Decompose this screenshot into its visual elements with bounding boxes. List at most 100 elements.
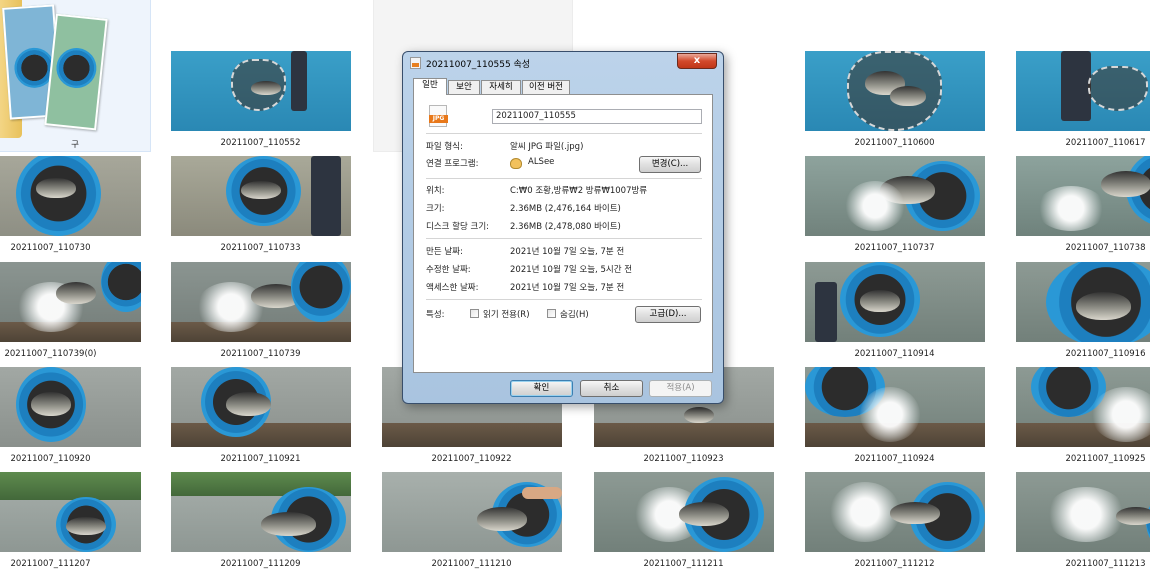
file-name: 20211007_110730 <box>10 243 91 253</box>
file-name: 20211007_110617 <box>1065 138 1146 148</box>
cancel-button[interactable]: 취소 <box>580 380 643 397</box>
file-name: 20211007_110600 <box>854 138 935 148</box>
file-item[interactable]: 20211007_110916 <box>1000 262 1150 367</box>
file-type-label: 파일 형식: <box>426 142 463 152</box>
readonly-checkbox[interactable] <box>470 309 479 318</box>
file-item[interactable]: 20211007_111213 <box>1000 472 1150 577</box>
file-item[interactable]: 20211007_110738 <box>1000 156 1150 261</box>
file-name: 20211007_110921 <box>220 454 301 464</box>
file-item[interactable]: 20211007_110921 <box>155 367 366 472</box>
location-label: 위치: <box>426 186 445 196</box>
divider <box>426 133 702 134</box>
modified-label: 수정한 날짜: <box>426 265 471 275</box>
modified-value: 2021년 10월 7일 오늘, 5시간 전 <box>510 265 633 275</box>
readonly-label: 읽기 전용(R) <box>483 310 530 320</box>
created-label: 만든 날짜: <box>426 247 463 257</box>
file-item[interactable]: 20211007_110737 <box>789 156 1000 261</box>
thumbnail <box>593 472 774 552</box>
size-label: 크기: <box>426 204 445 214</box>
accessed-value: 2021년 10월 7일 오늘, 7분 전 <box>510 283 625 293</box>
tab-previous-versions[interactable]: 이전 버전 <box>522 80 570 95</box>
file-name-field[interactable]: 20211007_110555 <box>492 109 702 124</box>
folder-tile[interactable]: 구 <box>0 0 150 150</box>
thumbnail <box>1015 51 1150 131</box>
dialog-title: 20211007_110555 속성 <box>426 60 531 70</box>
file-properties-icon <box>410 57 421 69</box>
file-item[interactable]: 20211007_110924 <box>789 367 1000 472</box>
advanced-button[interactable]: 고급(D)... <box>635 306 701 323</box>
file-name: 20211007_110552 <box>220 138 301 148</box>
file-item[interactable]: 20211007_111212 <box>789 472 1000 577</box>
file-item[interactable]: 20211007_110730 <box>0 156 156 261</box>
thumbnail <box>0 156 141 236</box>
file-item[interactable]: 20211007_110739 <box>155 262 366 367</box>
file-name: 20211007_110733 <box>220 243 301 253</box>
hidden-checkbox[interactable] <box>547 309 556 318</box>
location-value: C:₩0 조황,방류₩2 방류₩1007방류 <box>510 186 648 196</box>
thumbnail <box>1015 367 1150 447</box>
divider <box>426 299 702 300</box>
thumbnail <box>381 472 562 552</box>
size-value: 2.36MB (2,476,164 바이트) <box>510 204 621 214</box>
attributes-label: 특성: <box>426 310 445 320</box>
jpg-file-icon: JPG <box>429 105 448 127</box>
thumbnail <box>0 472 141 552</box>
file-item[interactable]: 20211007_110552 <box>155 51 366 156</box>
file-item[interactable]: 20211007_111210 <box>366 472 577 577</box>
change-program-button[interactable]: 변경(C)... <box>639 156 701 173</box>
file-name: 20211007_111210 <box>431 559 512 569</box>
thumbnail <box>170 367 351 447</box>
file-item[interactable]: 20211007_110600 <box>789 51 1000 156</box>
file-name: 20211007_110739(0) <box>4 349 97 359</box>
alsee-app-icon <box>510 158 522 169</box>
ok-button[interactable]: 확인 <box>510 380 573 397</box>
thumbnail <box>804 51 985 131</box>
disk-size-label: 디스크 할당 크기: <box>426 222 490 232</box>
file-item[interactable]: 20211007_111207 <box>0 472 156 577</box>
general-tab-panel: JPG 20211007_110555 파일 형식: 알씨 JPG 파일(.jp… <box>413 94 713 373</box>
file-name: 20211007_111213 <box>1065 559 1146 569</box>
file-name: 20211007_110916 <box>1065 349 1146 359</box>
close-button[interactable]: x <box>677 53 717 69</box>
file-item[interactable]: 20211007_110920 <box>0 367 156 472</box>
thumbnail <box>804 472 985 552</box>
hidden-label: 숨김(H) <box>560 310 589 320</box>
file-name: 20211007_110914 <box>854 349 935 359</box>
file-name: 20211007_111207 <box>10 559 91 569</box>
divider <box>426 178 702 179</box>
apply-button[interactable]: 적용(A) <box>649 380 712 397</box>
thumbnail <box>170 472 351 552</box>
file-name: 20211007_110923 <box>643 454 724 464</box>
file-item[interactable]: 20211007_111211 <box>578 472 789 577</box>
dialog-titlebar[interactable]: 20211007_110555 속성 x <box>403 52 723 74</box>
tab-details[interactable]: 자세히 <box>481 80 521 95</box>
file-name: 20211007_110925 <box>1065 454 1146 464</box>
divider <box>426 238 702 239</box>
file-item[interactable]: 20211007_110617 <box>1000 51 1150 156</box>
file-name: 20211007_110924 <box>854 454 935 464</box>
tab-general[interactable]: 일반 <box>413 78 447 95</box>
file-type-value: 알씨 JPG 파일(.jpg) <box>510 142 584 152</box>
folder-preview-image <box>44 13 108 131</box>
file-name: 20211007_111212 <box>854 559 935 569</box>
thumbnail <box>804 156 985 236</box>
file-item[interactable]: 20211007_111209 <box>155 472 366 577</box>
file-name: 20211007_110737 <box>854 243 935 253</box>
thumbnail <box>0 262 141 342</box>
created-value: 2021년 10월 7일 오늘, 7분 전 <box>510 247 625 257</box>
jpg-file-icon-label: JPG <box>429 115 448 123</box>
disk-size-value: 2.36MB (2,478,080 바이트) <box>510 222 621 232</box>
file-name: 20211007_110739 <box>220 349 301 359</box>
file-item[interactable]: 20211007_110739(0) <box>0 262 156 367</box>
tab-security[interactable]: 보안 <box>448 80 480 95</box>
thumbnail <box>0 367 141 447</box>
thumbnail <box>170 156 351 236</box>
thumbnail <box>804 367 985 447</box>
properties-dialog: 20211007_110555 속성 x 일반 보안 자세히 이전 버전 JPG… <box>402 51 724 404</box>
folder-label: 구 <box>71 140 79 150</box>
file-item[interactable]: 20211007_110914 <box>789 262 1000 367</box>
thumbnail <box>170 51 351 131</box>
file-item[interactable]: 20211007_110733 <box>155 156 366 261</box>
file-name: 20211007_110738 <box>1065 243 1146 253</box>
file-item[interactable]: 20211007_110925 <box>1000 367 1150 472</box>
